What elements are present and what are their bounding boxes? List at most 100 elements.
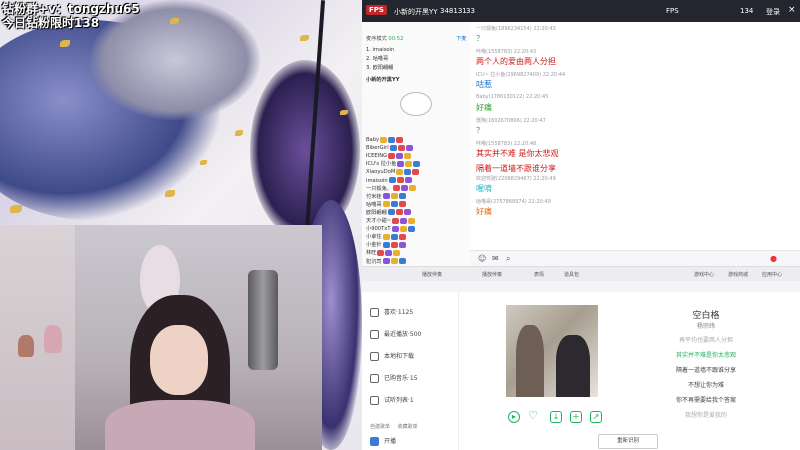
- fps-label: FPS: [666, 7, 679, 15]
- room-name[interactable]: 小新的开黑YY: [366, 76, 399, 85]
- queue-item[interactable]: 3. 欧阳翩翩: [366, 64, 393, 73]
- song-title: 空白格: [692, 311, 720, 321]
- reidentify-button[interactable]: 重新识别: [598, 434, 658, 449]
- playlist-item[interactable]: 开播: [370, 436, 396, 448]
- cart-icon: [370, 374, 379, 383]
- channel-id: 348131: [440, 7, 467, 15]
- member-badge-icon: [398, 233, 406, 240]
- accompaniment-button-2[interactable]: 播放伴奏: [482, 271, 502, 278]
- chat-message-text: ？: [476, 34, 484, 43]
- member-badge-icon: [405, 160, 413, 167]
- member-badge-icon: [377, 249, 385, 256]
- sidebar-item-like[interactable]: 喜欢·1125: [370, 307, 413, 319]
- leave-queue-button[interactable]: 下麦: [456, 35, 466, 42]
- queue-timer: 00:52: [388, 36, 404, 42]
- member-badge-icon: [398, 241, 406, 248]
- shelf: [0, 225, 75, 450]
- channel-name[interactable]: 小新的开黑YY: [394, 7, 438, 17]
- member-badge-icon: [404, 177, 412, 183]
- member-badge-icon: [390, 233, 398, 240]
- album-cover: [506, 305, 598, 397]
- member-badge-icon: [403, 209, 411, 216]
- artist-name[interactable]: 杨宗纬: [646, 321, 766, 330]
- app-logo: FPS: [366, 5, 387, 15]
- member-badge-icon: [380, 136, 388, 143]
- member-badge-icon: [396, 177, 404, 183]
- microphone: [248, 270, 278, 370]
- chat-message-meta[interactable]: 咔哦(1558783) 22:20:48: [476, 140, 536, 147]
- member-badge-icon: [382, 258, 390, 264]
- playlist-tabs: 自建歌单 收藏歌单: [370, 421, 418, 433]
- member-badge-icon: [412, 168, 420, 175]
- queue-item[interactable]: 2. 咕噜哥: [366, 55, 388, 64]
- member-badge-icon: [396, 152, 404, 159]
- member-badge-icon: [390, 258, 398, 264]
- lyric-line: 不想让你为难: [687, 382, 724, 389]
- emoticon-image: [400, 92, 432, 116]
- lyric-line: 其实并不难是你太悲观: [675, 352, 736, 359]
- member-badge-icon: [404, 168, 412, 175]
- member-list-panel: 麦序模式 00:52 下麦 1. imaisoin 2. 咕噜哥 3. 欧阳翩翩…: [362, 22, 471, 266]
- app-center-button[interactable]: 应用中心: [762, 271, 782, 278]
- chat-message-meta[interactable]: 一只狐兔(1896234154) 22:20:43: [476, 25, 556, 32]
- prop-bag-button[interactable]: 道具包: [564, 271, 579, 278]
- lyric-line: 你不再需要给我个答案: [675, 397, 736, 404]
- member-badge-icon: [382, 233, 390, 240]
- member-badge-icon: [413, 160, 421, 167]
- heart-outline-icon[interactable]: ♡: [528, 410, 538, 421]
- sidebar-item-purchased[interactable]: 已购音乐·15: [370, 373, 418, 385]
- lyric-line: 再平均也要两人分担: [678, 337, 733, 344]
- sidebar-item-local[interactable]: 本地和下载: [370, 351, 414, 363]
- accompaniment-button[interactable]: 播放伴奏: [422, 271, 442, 278]
- login-link[interactable]: 登录: [766, 7, 780, 17]
- sidebar-item-trial[interactable]: 试听列表·1: [370, 395, 414, 407]
- figurine: [18, 335, 34, 357]
- emoji-icon[interactable]: ☺: [478, 254, 486, 263]
- chat-message-text: 好痛: [476, 103, 492, 112]
- queue-mode[interactable]: 麦序模式: [366, 36, 387, 42]
- chat-message-meta[interactable]: 咔哦(1558783) 22:20:43: [476, 48, 536, 55]
- member-badge-icon: [400, 217, 408, 224]
- download-icon: [370, 352, 379, 361]
- yy-window: FPS 小新的开黑YY 348131 33 FPS 134 登录 × 麦序模式 …: [362, 0, 800, 450]
- member-badge-icon: [398, 201, 406, 208]
- chat-message-meta[interactable]: 咕噜哥(2757868974) 22:20:49: [476, 198, 551, 205]
- game-mall-button[interactable]: 游戏商城: [728, 271, 748, 278]
- member-badge-icon: [382, 241, 390, 248]
- chat-message-text: 喔唷: [476, 184, 492, 193]
- chat-message-meta[interactable]: 聂陶(1602670806) 22:20:47: [476, 117, 546, 124]
- chat-message-meta[interactable]: ICU~ 拉小鱼(2969827409) 22:20:44: [476, 71, 565, 78]
- tab-collected-playlists[interactable]: 收藏歌单: [398, 424, 418, 430]
- lyric-line: 我想你是爱我的: [684, 412, 727, 419]
- share-icon[interactable]: ↗: [590, 411, 602, 423]
- member-badge-icon: [388, 136, 396, 143]
- webcam-feed: [0, 225, 322, 450]
- member-badge-icon: [382, 201, 390, 208]
- member-badge-icon: [392, 185, 400, 192]
- member-badge-icon: [387, 209, 395, 216]
- member-badge-icon: [382, 193, 390, 200]
- tab-my-playlists[interactable]: 自建歌单: [370, 424, 390, 430]
- heart-icon: [370, 308, 379, 317]
- promo-overlay-text: 钻粉群+v：tongzhu65 今日钻粉限时138: [2, 2, 140, 30]
- sidebar-item-recent[interactable]: 最近播放·500: [370, 329, 421, 341]
- member-badge-icon: [398, 193, 406, 200]
- member-badge-icon: [391, 225, 399, 232]
- member-badge-icon: [408, 217, 416, 224]
- send-icon[interactable]: ●: [770, 254, 777, 263]
- add-icon[interactable]: +: [570, 411, 582, 423]
- chat-message-meta[interactable]: Baby(1780130122) 22:20:45: [476, 94, 548, 100]
- game-center-button[interactable]: 游戏中心: [694, 271, 714, 278]
- emote-button[interactable]: 表情: [534, 271, 544, 278]
- gift-icon[interactable]: ✉: [492, 254, 499, 263]
- member-badge-icon: [400, 185, 408, 192]
- close-icon[interactable]: ×: [788, 5, 796, 15]
- queue-item[interactable]: 1. imaisoin: [366, 46, 394, 55]
- clock-icon: [370, 330, 379, 339]
- member-badge-icon: [397, 144, 405, 151]
- download-icon[interactable]: ↓: [550, 411, 562, 423]
- play-icon[interactable]: ▸: [508, 411, 520, 423]
- search-icon[interactable]: ⌕: [506, 254, 510, 264]
- playlist-cover-icon: [370, 437, 379, 446]
- chat-message-meta[interactable]: 欢迎驾驶(2208829467) 22:20:49: [476, 175, 556, 182]
